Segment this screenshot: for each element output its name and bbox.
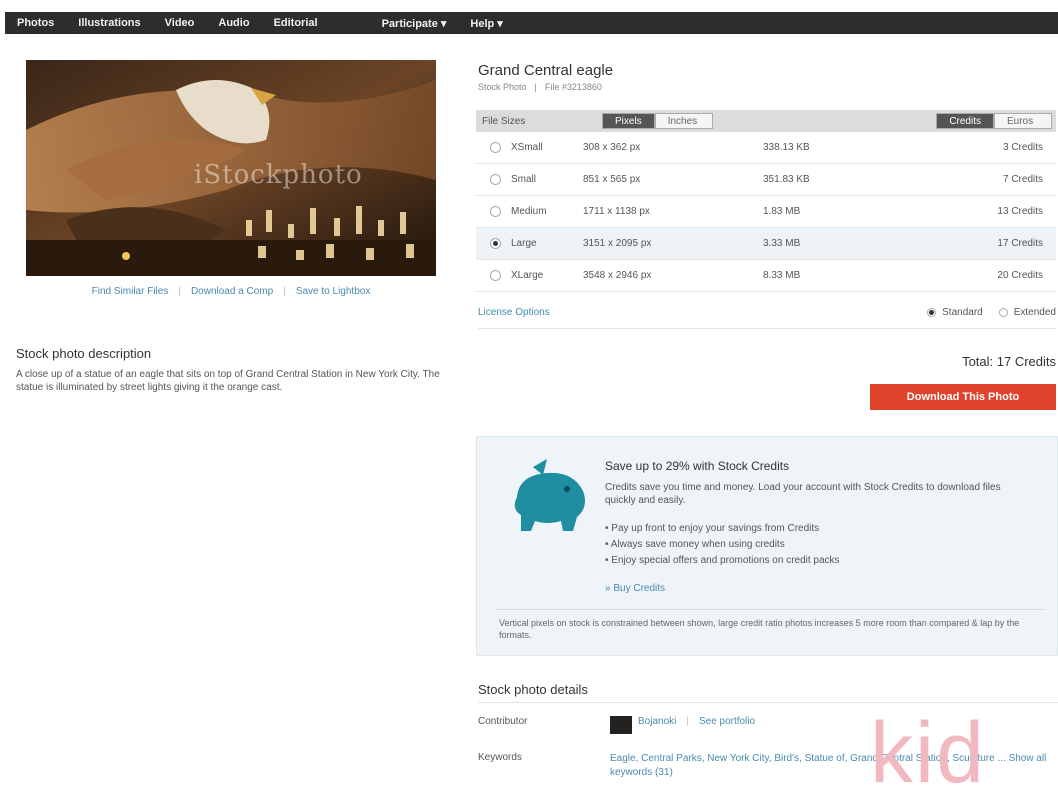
size-row-large[interactable]: Large 3151 x 2095 px 3.33 MB 17 Credits: [476, 228, 1056, 260]
size-file-size: 3.33 MB: [763, 238, 801, 249]
total-credits: Total: 17 Credits: [962, 354, 1056, 369]
license-row: License Options Standard Extended: [478, 304, 1056, 320]
stock-photo[interactable]: iStockphoto: [26, 60, 436, 276]
nav-illustrations[interactable]: Illustrations: [78, 17, 140, 29]
nav-participate[interactable]: Participate ▾: [382, 17, 447, 30]
size-radio[interactable]: [490, 238, 501, 249]
size-dimensions: 308 x 362 px: [583, 142, 641, 153]
keywords-label: Keywords: [478, 752, 522, 763]
file-size-rows: XSmall 308 x 362 px 338.13 KB 3 Credits Smal…: [476, 132, 1056, 292]
size-radio[interactable]: [490, 270, 501, 281]
promo-note: Vertical pixels on stock is constrained …: [499, 618, 1020, 640]
divider: [478, 328, 1056, 329]
description-title: Stock photo description: [16, 346, 152, 361]
size-name: Medium: [511, 206, 547, 217]
credits-toggle[interactable]: Credits: [936, 113, 994, 129]
find-similar-link[interactable]: Find Similar Files: [92, 286, 169, 297]
promo-benefit: Always save money when using credits: [605, 539, 840, 550]
contributor-label: Contributor: [478, 716, 528, 727]
size-dimensions: 1711 x 1138 px: [583, 206, 650, 217]
piggy-bank-icon: [514, 459, 585, 531]
asset-file-number: File #3213860: [544, 82, 602, 92]
nav-help[interactable]: Help ▾: [470, 17, 502, 30]
nav-editorial[interactable]: Editorial: [274, 17, 318, 29]
license-options: Standard Extended: [927, 307, 1056, 318]
separator: |: [178, 286, 181, 297]
size-credits: 17 Credits: [997, 238, 1043, 249]
size-name: Large: [511, 238, 537, 249]
separator: |: [283, 286, 286, 297]
divider: [478, 702, 1058, 703]
buy-credits-link[interactable]: » Buy Credits: [605, 583, 665, 594]
save-lightbox-link[interactable]: Save to Lightbox: [296, 286, 371, 297]
photo-actions: Find Similar Files | Download a Comp | S…: [26, 286, 436, 297]
separator: |: [686, 716, 689, 727]
currency-toggle: Credits Euros: [936, 113, 1052, 129]
contributor-row: Contributor Bojanoki | See portfolio: [478, 716, 765, 734]
size-file-size: 1.83 MB: [763, 206, 801, 217]
contributor-name[interactable]: Bojanoki: [638, 716, 676, 734]
credits-promo: Save up to 29% with Stock Credits Credit…: [476, 436, 1058, 656]
promo-text: Credits save you time and money. Load yo…: [605, 482, 1001, 506]
extended-label: Extended: [1013, 306, 1056, 318]
separator: |: [534, 82, 537, 92]
details-title: Stock photo details: [478, 682, 588, 697]
size-credits: 3 Credits: [1002, 142, 1043, 153]
size-file-size: 8.33 MB: [763, 270, 801, 281]
size-name: XSmall: [511, 142, 543, 153]
asset-type: Stock Photo: [478, 82, 527, 92]
nav-photos[interactable]: Photos: [17, 17, 54, 29]
size-row-small[interactable]: Small 851 x 565 px 351.83 KB 7 Credits: [476, 164, 1056, 196]
license-options-link[interactable]: License Options: [478, 307, 550, 318]
photo-watermark: iStockphoto: [194, 160, 363, 190]
nav-bar: Photos Illustrations Video Audio Editori…: [5, 12, 1058, 34]
nav-audio[interactable]: Audio: [218, 17, 249, 29]
size-file-size: 351.83 KB: [763, 174, 810, 185]
euros-toggle[interactable]: Euros: [994, 113, 1052, 129]
inches-toggle[interactable]: Inches: [654, 113, 713, 129]
top-navigation: Photos Illustrations Video Audio Editori…: [0, 0, 1058, 40]
size-radio[interactable]: [490, 174, 501, 185]
divider: [497, 609, 1045, 610]
file-sizes-table: File Sizes Pixels Inches Credits Euros X…: [476, 110, 1056, 292]
promo-benefit: Pay up front to enjoy your savings from …: [605, 523, 840, 534]
size-credits: 20 Credits: [997, 270, 1043, 281]
size-file-size: 338.13 KB: [763, 142, 810, 153]
download-comp-link[interactable]: Download a Comp: [191, 286, 273, 297]
size-name: XLarge: [511, 270, 544, 281]
contributor-avatar[interactable]: [610, 716, 632, 734]
promo-benefits: Pay up front to enjoy your savings from …: [605, 523, 840, 571]
brand-watermark: kid: [870, 705, 986, 801]
size-dimensions: 851 x 565 px: [583, 174, 641, 185]
pixels-toggle[interactable]: Pixels: [602, 113, 655, 129]
size-credits: 13 Credits: [997, 206, 1043, 217]
file-sizes-label: File Sizes: [482, 115, 526, 127]
size-row-xsmall[interactable]: XSmall 308 x 362 px 338.13 KB 3 Credits: [476, 132, 1056, 164]
size-credits: 7 Credits: [1002, 174, 1043, 185]
promo-benefit: Enjoy special offers and promotions on c…: [605, 555, 839, 566]
file-sizes-header: File Sizes Pixels Inches Credits Euros: [476, 110, 1056, 132]
description-text: A close up of a statue of an eagle that …: [16, 369, 440, 393]
asset-title: Grand Central eagle: [478, 62, 614, 79]
asset-meta: Stock Photo | File #3213860: [478, 82, 602, 92]
size-radio[interactable]: [490, 206, 501, 217]
size-radio[interactable]: [490, 142, 501, 153]
size-name: Small: [511, 174, 537, 185]
promo-title: Save up to 29% with Stock Credits: [605, 459, 790, 473]
size-dimensions: 3548 x 2946 px: [583, 270, 652, 281]
extended-radio[interactable]: [998, 307, 1008, 317]
size-dimensions: 3151 x 2095 px: [583, 238, 652, 249]
download-button[interactable]: Download This Photo: [870, 384, 1056, 410]
standard-radio[interactable]: [927, 307, 937, 317]
nav-video[interactable]: Video: [165, 17, 195, 29]
standard-label: Standard: [942, 306, 983, 318]
size-row-medium[interactable]: Medium 1711 x 1138 px 1.83 MB 13 Credits: [476, 196, 1056, 228]
see-portfolio-link[interactable]: See portfolio: [699, 716, 755, 734]
size-row-xlarge[interactable]: XLarge 3548 x 2946 px 8.33 MB 20 Credits: [476, 260, 1056, 292]
